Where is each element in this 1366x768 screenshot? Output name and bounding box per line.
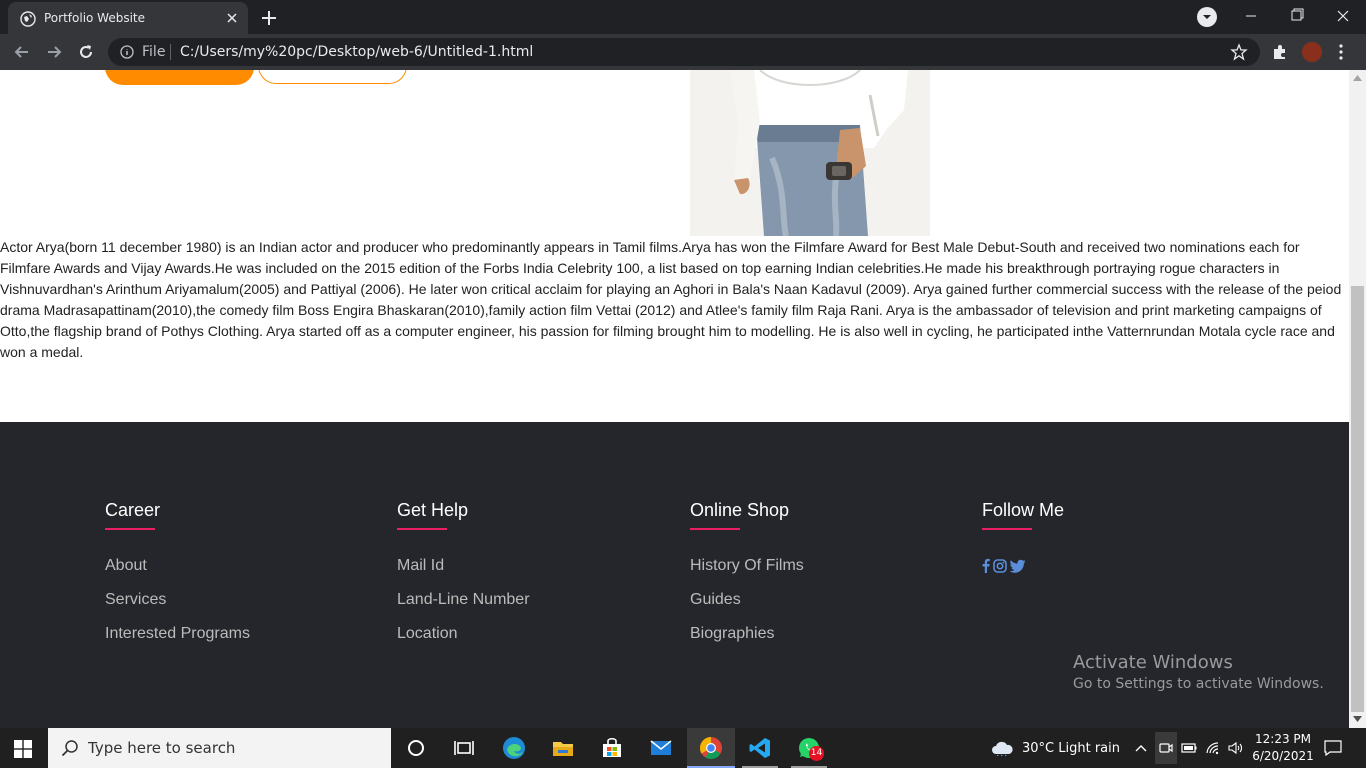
reload-icon[interactable] xyxy=(76,42,96,62)
extensions-icon[interactable] xyxy=(1270,42,1290,62)
actor-photo xyxy=(690,70,930,236)
address-bar[interactable]: File C:/Users/my%20pc/Desktop/web-6/Unti… xyxy=(108,38,1260,66)
store-icon[interactable] xyxy=(600,736,624,760)
whatsapp-badge: 14 xyxy=(809,746,824,761)
page-scrollbar[interactable] xyxy=(1349,70,1366,728)
footer-link-land-line-number[interactable]: Land-Line Number xyxy=(397,591,530,609)
url-text[interactable]: C:/Users/my%20pc/Desktop/web-6/Untitled-… xyxy=(180,44,533,60)
browser-tab-bar: Portfolio Website xyxy=(0,0,1366,34)
file-explorer-icon[interactable] xyxy=(551,736,575,760)
browser-toolbar: File C:/Users/my%20pc/Desktop/web-6/Unti… xyxy=(0,34,1366,70)
search-placeholder: Type here to search xyxy=(88,739,236,757)
scroll-up-arrow-icon[interactable] xyxy=(1353,75,1362,81)
footer-link-history-of-films[interactable]: History Of Films xyxy=(690,557,804,575)
heading-underline xyxy=(105,528,155,530)
url-scheme-label: File xyxy=(142,44,166,60)
volume-icon[interactable] xyxy=(1228,741,1244,755)
mail-icon[interactable] xyxy=(649,736,673,760)
footer-heading: Follow Me xyxy=(982,500,1065,520)
task-view-icon[interactable] xyxy=(452,736,476,760)
bookmark-star-icon[interactable] xyxy=(1230,43,1248,61)
twitter-icon[interactable] xyxy=(1010,559,1026,573)
wifi-icon[interactable] xyxy=(1205,741,1221,755)
footer-link-location[interactable]: Location xyxy=(397,625,458,643)
facebook-icon[interactable] xyxy=(982,558,990,573)
clock-date[interactable]: 6/20/2021 xyxy=(1252,749,1314,763)
close-tab-icon[interactable] xyxy=(224,10,240,26)
omnibox-divider xyxy=(170,44,171,60)
footer-link-biographies[interactable]: Biographies xyxy=(690,625,775,643)
cortana-icon[interactable] xyxy=(404,736,428,760)
chrome-icon[interactable] xyxy=(699,736,723,760)
footer-heading: Career xyxy=(105,500,161,520)
tab-search-icon[interactable] xyxy=(1197,7,1217,27)
minimize-icon[interactable] xyxy=(1228,0,1274,32)
scroll-down-arrow-icon[interactable] xyxy=(1353,716,1362,722)
new-tab-icon[interactable] xyxy=(258,7,280,29)
close-window-icon[interactable] xyxy=(1320,0,1366,32)
scrollbar-thumb[interactable] xyxy=(1351,286,1364,712)
hero-outline-button[interactable] xyxy=(258,70,407,84)
browser-tab[interactable]: Portfolio Website xyxy=(8,2,248,34)
footer-heading: Online Shop xyxy=(690,500,790,520)
meet-now-icon[interactable] xyxy=(1158,741,1174,755)
weather-text[interactable]: 30°C Light rain xyxy=(1022,741,1120,756)
heading-underline xyxy=(982,528,1032,530)
footer-link-interested-programs[interactable]: Interested Programs xyxy=(105,625,250,643)
battery-icon[interactable] xyxy=(1181,741,1197,755)
activate-windows-subtitle: Go to Settings to activate Windows. xyxy=(1073,676,1324,692)
windows-start-icon[interactable] xyxy=(14,740,32,758)
search-icon xyxy=(61,740,78,757)
footer-link-guides[interactable]: Guides xyxy=(690,591,741,609)
weather-cloud-icon[interactable] xyxy=(990,740,1014,756)
bio-paragraph: Actor Arya(born 11 december 1980) is an … xyxy=(0,239,1342,360)
footer-heading: Get Help xyxy=(397,500,469,520)
activate-windows-title: Activate Windows xyxy=(1073,652,1233,673)
footer-link-mail-id[interactable]: Mail Id xyxy=(397,557,444,575)
back-icon[interactable] xyxy=(12,42,32,62)
profile-avatar[interactable] xyxy=(1302,42,1322,62)
chevron-up-icon[interactable] xyxy=(1133,741,1149,755)
globe-icon xyxy=(20,11,36,27)
social-icons xyxy=(982,558,1032,574)
heading-underline xyxy=(690,528,740,530)
forward-icon[interactable] xyxy=(44,42,64,62)
notification-center-icon[interactable] xyxy=(1324,740,1342,756)
instagram-icon[interactable] xyxy=(993,559,1007,573)
taskbar-search-box[interactable]: Type here to search xyxy=(48,728,391,768)
page-viewport: Actor Arya(born 11 december 1980) is an … xyxy=(0,70,1349,728)
footer-link-about[interactable]: About xyxy=(105,557,147,575)
info-icon[interactable] xyxy=(120,45,134,59)
kebab-menu-icon[interactable] xyxy=(1336,42,1346,62)
restore-icon[interactable] xyxy=(1274,0,1320,32)
tab-title: Portfolio Website xyxy=(44,11,146,25)
clock-time[interactable]: 12:23 PM xyxy=(1254,732,1312,746)
windows-taskbar: Type here to search 30°C Light rain 12:2… xyxy=(0,728,1366,768)
heading-underline xyxy=(397,528,447,530)
hero-primary-button[interactable] xyxy=(105,70,254,85)
footer-link-services[interactable]: Services xyxy=(105,591,166,609)
vscode-icon[interactable] xyxy=(748,736,772,760)
edge-icon[interactable] xyxy=(502,736,526,760)
